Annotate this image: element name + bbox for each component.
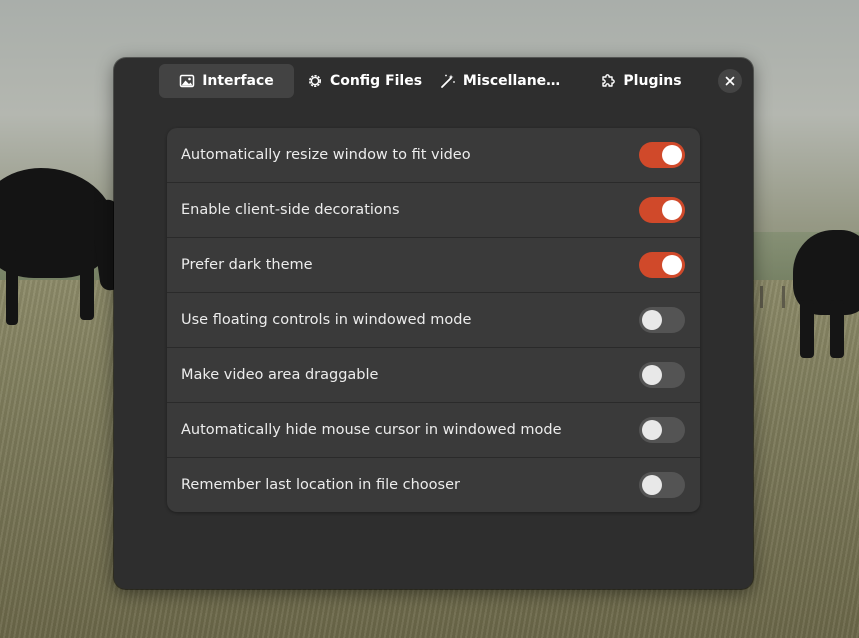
client-side-decorations-switch[interactable] [639,197,685,223]
tab-miscellaneous[interactable]: Miscellane… [437,64,563,98]
setting-row: Prefer dark theme [167,238,700,293]
setting-row: Automatically resize window to fit video [167,128,700,183]
dark-theme-switch[interactable] [639,252,685,278]
remember-location-switch[interactable] [639,472,685,498]
setting-label: Prefer dark theme [181,257,313,273]
setting-row: Make video area draggable [167,348,700,403]
image-icon [179,74,195,88]
tab-label: Miscellane… [462,73,561,89]
setting-label: Enable client-side decorations [181,202,400,218]
tab-label: Config Files [329,73,423,89]
setting-row: Automatically hide mouse cursor in windo… [167,403,700,458]
preferences-dialog: Interface Config Files Miscellane… Plugi… [114,58,753,589]
setting-label: Remember last location in file chooser [181,477,460,493]
switch-knob [642,365,662,385]
wand-icon [440,74,455,88]
floating-controls-switch[interactable] [639,307,685,333]
gear-icon [308,75,321,87]
horse-right-leg [830,300,844,358]
switch-knob [642,310,662,330]
setting-row: Use floating controls in windowed mode [167,293,700,348]
setting-row: Remember last location in file chooser [167,458,700,512]
setting-label: Use floating controls in windowed mode [181,312,472,328]
horse-left-leg [80,250,94,320]
tab-label: Interface [202,73,274,89]
setting-label: Make video area draggable [181,367,379,383]
setting-label: Automatically hide mouse cursor in windo… [181,422,562,438]
switch-knob [662,200,682,220]
switch-knob [642,475,662,495]
fence-post [782,286,785,308]
horse-right-leg [800,300,814,358]
close-button[interactable] [718,69,742,93]
settings-list: Automatically resize window to fit video… [167,128,700,512]
close-icon [725,76,735,86]
fence-post [760,286,763,308]
hide-cursor-switch[interactable] [639,417,685,443]
tab-interface[interactable]: Interface [159,64,294,98]
tab-label: Plugins [623,73,682,89]
switch-knob [642,420,662,440]
auto-resize-switch[interactable] [639,142,685,168]
tab-plugins[interactable]: Plugins [591,64,691,98]
puzzle-icon [602,74,616,87]
horse-left-leg [6,250,18,325]
setting-row: Enable client-side decorations [167,183,700,238]
setting-label: Automatically resize window to fit video [181,147,471,163]
switch-knob [662,255,682,275]
draggable-video-switch[interactable] [639,362,685,388]
switch-knob [662,145,682,165]
tab-config-files[interactable]: Config Files [302,64,427,98]
